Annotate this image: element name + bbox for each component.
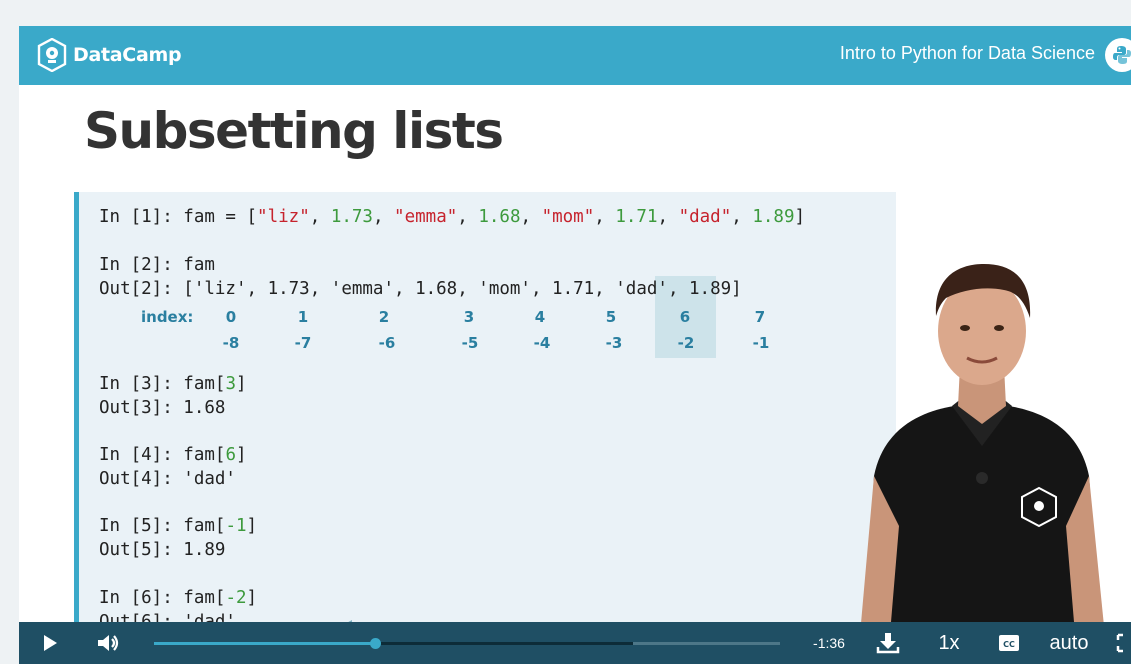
download-icon	[876, 633, 900, 654]
positive-index: 1	[297, 308, 309, 326]
code-text: ,	[520, 207, 542, 227]
index-label: index:	[141, 308, 194, 326]
number-literal: -1	[225, 516, 247, 536]
string-literal: "mom"	[541, 207, 595, 227]
code-text: In [1]: fam = [	[99, 207, 258, 227]
code-line-in1: In [1]: fam = ["liz", 1.73, "emma", 1.68…	[99, 207, 805, 227]
negative-index: -7	[294, 334, 312, 352]
progress-played	[154, 642, 375, 645]
negative-index: -5	[461, 334, 479, 352]
code-line-in6: In [6]: fam[-2]	[99, 588, 257, 608]
string-literal: "dad"	[678, 207, 732, 227]
code-line-in4: In [4]: fam[6]	[99, 445, 247, 465]
code-text: ,	[309, 207, 331, 227]
number-literal: -2	[225, 588, 247, 608]
video-player[interactable]: DataCamp Intro to Python for Data Scienc…	[19, 26, 1131, 664]
progress-scrubber-handle[interactable]	[369, 638, 381, 649]
code-text: ]	[235, 445, 247, 465]
code-text: ,	[731, 207, 753, 227]
code-line-out5: Out[5]: 1.89	[99, 540, 226, 560]
quality-button[interactable]: auto	[1039, 622, 1099, 664]
time-remaining: -1:36	[813, 635, 845, 651]
code-text: ]	[794, 207, 806, 227]
negative-index: -1	[752, 334, 770, 352]
fullscreen-icon	[1116, 633, 1123, 653]
code-text: ,	[372, 207, 395, 227]
number-literal: 1.68	[478, 207, 521, 227]
slide-header-bar: DataCamp Intro to Python for Data Scienc…	[19, 26, 1131, 85]
negative-index: -2	[677, 334, 695, 352]
negative-index: -8	[222, 334, 240, 352]
code-line-out3: Out[3]: 1.68	[99, 398, 226, 418]
play-icon	[44, 635, 57, 651]
positive-index: 6	[679, 308, 691, 326]
datacamp-shield-icon	[37, 38, 67, 72]
code-text: ,	[657, 207, 679, 227]
code-text: ]	[246, 588, 258, 608]
cc-icon: CC	[999, 635, 1019, 651]
course-title: Intro to Python for Data Science	[839, 43, 1095, 63]
page-background: DataCamp Intro to Python for Data Scienc…	[0, 0, 1131, 664]
string-literal: "emma"	[394, 207, 458, 227]
positive-index: 5	[605, 308, 617, 326]
progress-bar[interactable]	[154, 638, 780, 649]
slide-title: Subsetting lists	[84, 102, 504, 160]
code-text: In [5]: fam[	[99, 516, 226, 536]
playback-speed-button[interactable]: 1x	[931, 622, 967, 664]
negative-index: -4	[533, 334, 551, 352]
code-line-in3: In [3]: fam[3]	[99, 374, 247, 394]
code-text: In [4]: fam[	[99, 445, 226, 465]
code-text: In [3]: fam[	[99, 374, 226, 394]
brand-name: DataCamp	[73, 44, 182, 66]
positive-index: 3	[463, 308, 475, 326]
number-literal: 1.73	[330, 207, 373, 227]
positive-index: 2	[378, 308, 390, 326]
video-controls-bar: -1:36 1x CC auto	[19, 622, 1131, 664]
captions-button[interactable]: CC	[997, 622, 1021, 664]
number-literal: 6	[225, 445, 236, 465]
code-text: ]	[246, 516, 258, 536]
code-text: ,	[594, 207, 616, 227]
download-button[interactable]	[874, 622, 902, 664]
code-line-out2: Out[2]: ['liz', 1.73, 'emma', 1.68, 'mom…	[99, 279, 742, 299]
string-literal: "liz"	[257, 207, 310, 227]
positive-index: 7	[754, 308, 766, 326]
python-logo-icon	[1105, 38, 1131, 72]
code-text: ]	[235, 374, 247, 394]
number-literal: 3	[225, 374, 236, 394]
negative-index: -3	[605, 334, 623, 352]
python-glyph-icon	[1113, 46, 1131, 64]
code-line-in2: In [2]: fam	[99, 255, 215, 275]
code-text: In [6]: fam[	[99, 588, 226, 608]
positive-index: 4	[534, 308, 546, 326]
code-block: In [1]: fam = ["liz", 1.73, "emma", 1.68…	[74, 192, 896, 664]
presenter-video	[859, 264, 1106, 646]
positive-index: 0	[225, 308, 237, 326]
code-line-in5: In [5]: fam[-1]	[99, 516, 257, 536]
play-button[interactable]	[37, 622, 63, 664]
number-literal: 1.71	[615, 207, 658, 227]
volume-icon	[98, 635, 119, 651]
negative-index: -6	[378, 334, 396, 352]
code-text: ,	[457, 207, 479, 227]
number-literal: 1.89	[752, 207, 795, 227]
datacamp-logo: DataCamp	[37, 38, 182, 72]
fullscreen-button[interactable]	[1115, 622, 1131, 664]
svg-text:CC: CC	[1003, 640, 1015, 649]
volume-button[interactable]	[95, 622, 123, 664]
code-line-out4: Out[4]: 'dad'	[99, 469, 236, 489]
